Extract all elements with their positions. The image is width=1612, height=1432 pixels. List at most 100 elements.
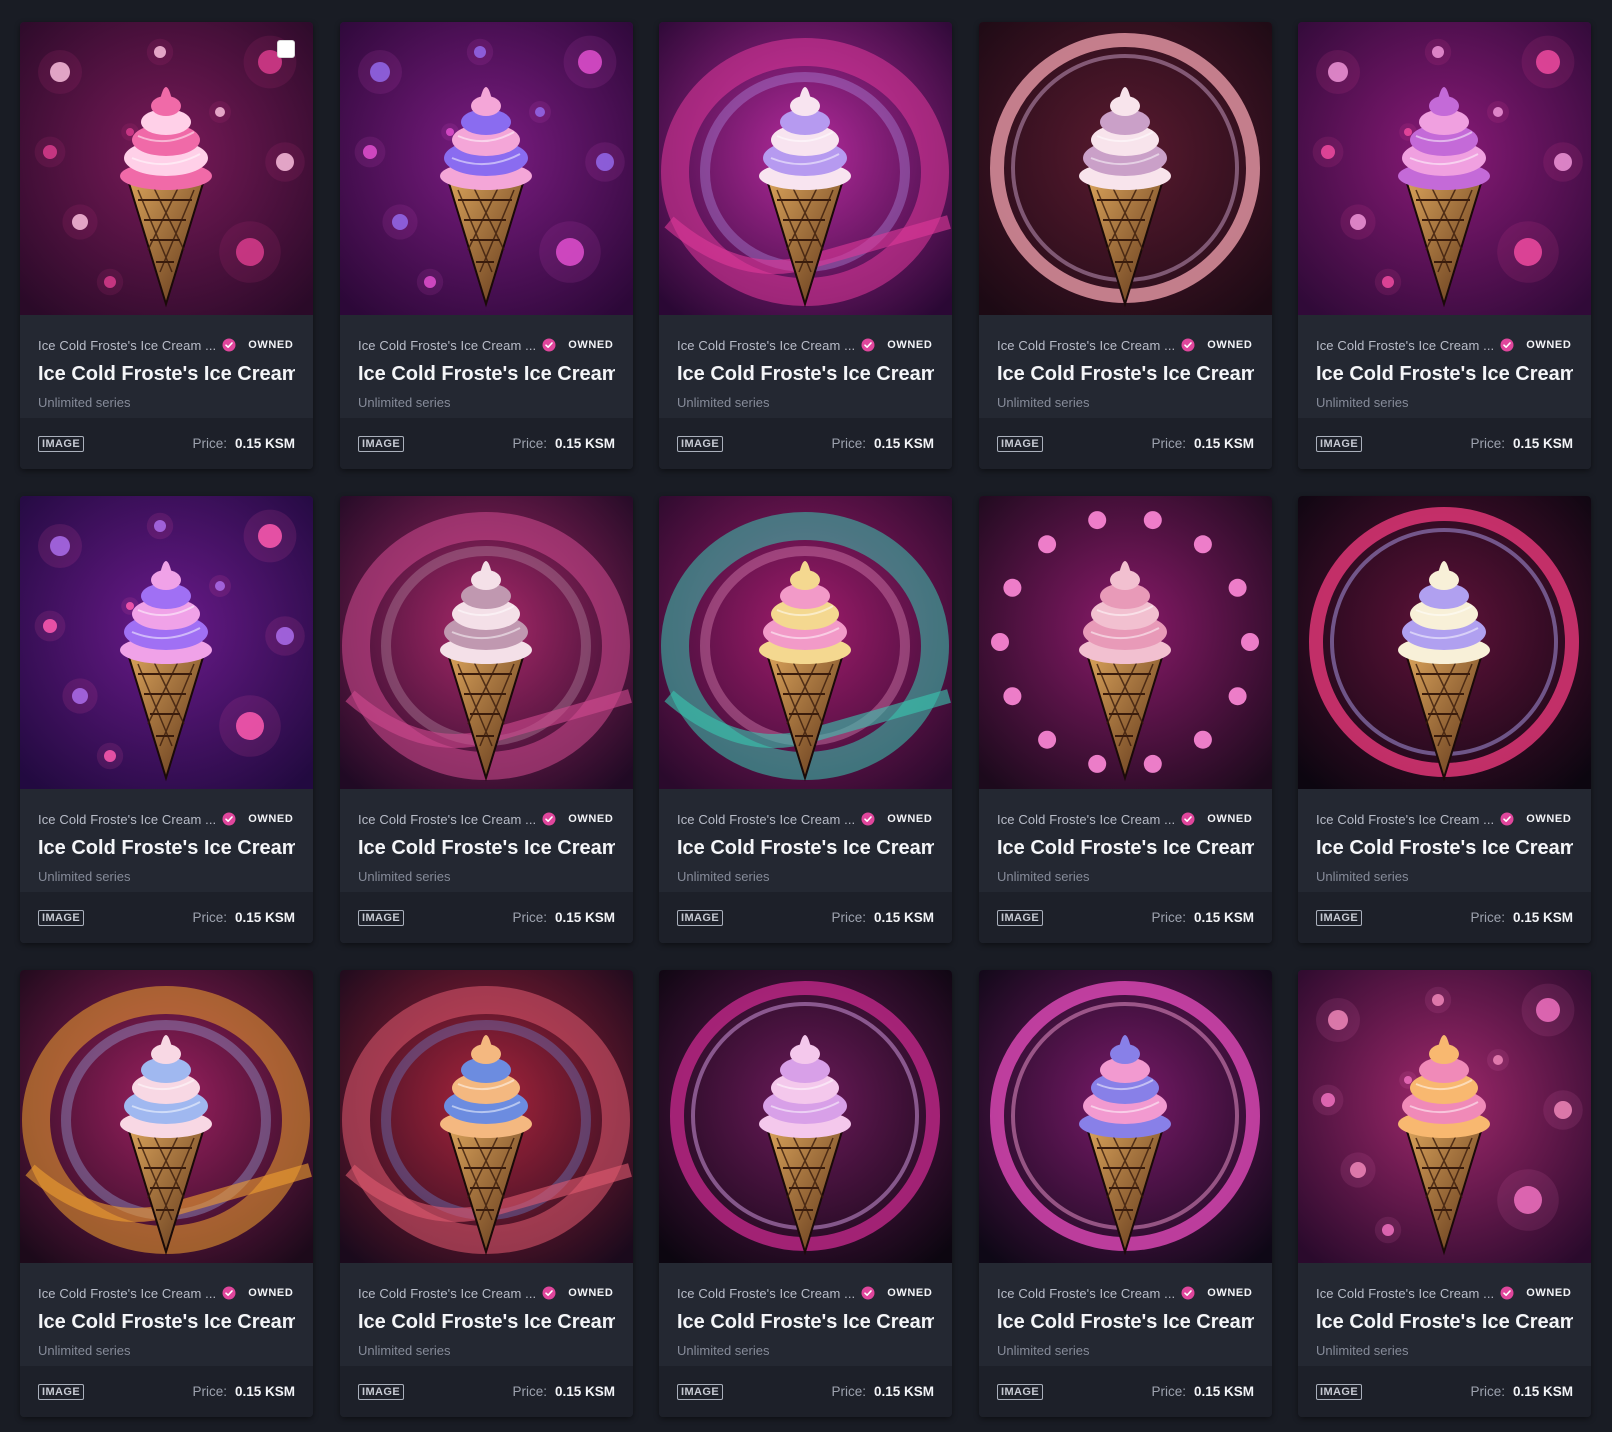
collection-name-link[interactable]: Ice Cold Froste's Ice Cream ...: [677, 338, 855, 353]
price: Price: 0.15 KSM: [1470, 436, 1573, 451]
nft-title[interactable]: Ice Cold Froste's Ice Cream S: [677, 1309, 934, 1335]
collection-row: Ice Cold Froste's Ice Cream ... OWNED: [997, 1284, 1254, 1302]
collection-row: Ice Cold Froste's Ice Cream ... OWNED: [38, 810, 295, 828]
series-label: Unlimited series: [1316, 1343, 1409, 1358]
nft-card[interactable]: Ice Cold Froste's Ice Cream ... OWNED Ic…: [659, 970, 952, 1417]
collection-name-link[interactable]: Ice Cold Froste's Ice Cream ...: [358, 338, 536, 353]
nft-artwork-image[interactable]: [979, 970, 1272, 1263]
nft-title[interactable]: Ice Cold Froste's Ice Cream S: [38, 1309, 295, 1335]
price-value: 0.15 KSM: [234, 910, 295, 925]
nft-title[interactable]: Ice Cold Froste's Ice Cream S: [997, 361, 1254, 387]
collection-name-link[interactable]: Ice Cold Froste's Ice Cream ...: [38, 1286, 216, 1301]
nft-card[interactable]: Ice Cold Froste's Ice Cream ... OWNED Ic…: [340, 970, 633, 1417]
nft-card[interactable]: Ice Cold Froste's Ice Cream ... OWNED Ic…: [1298, 22, 1591, 469]
nft-artwork-image[interactable]: [1298, 496, 1591, 789]
nft-title[interactable]: Ice Cold Froste's Ice Cream S: [358, 361, 615, 387]
collection-row: Ice Cold Froste's Ice Cream ... OWNED: [358, 336, 615, 354]
nft-artwork-image[interactable]: [659, 970, 952, 1263]
nft-card[interactable]: Ice Cold Froste's Ice Cream ... OWNED Ic…: [659, 496, 952, 943]
price-value: 0.15 KSM: [234, 1384, 295, 1399]
collection-name-link[interactable]: Ice Cold Froste's Ice Cream ...: [997, 338, 1175, 353]
nft-artwork-image[interactable]: [20, 22, 313, 315]
collection-name-link[interactable]: Ice Cold Froste's Ice Cream ...: [677, 812, 855, 827]
nft-artwork-image[interactable]: [659, 22, 952, 315]
nft-title[interactable]: Ice Cold Froste's Ice Cream S: [1316, 1309, 1573, 1335]
price-label: Price:: [1151, 910, 1186, 925]
nft-artwork-image[interactable]: [340, 970, 633, 1263]
series-label: Unlimited series: [997, 869, 1090, 884]
nft-card-footer: IMAGE Price: 0.15 KSM: [659, 1366, 952, 1417]
nft-title[interactable]: Ice Cold Froste's Ice Cream S: [677, 361, 934, 387]
verified-check-icon: [222, 338, 236, 352]
nft-card-info: Ice Cold Froste's Ice Cream ... OWNED Ic…: [38, 810, 295, 885]
nft-card-footer: IMAGE Price: 0.15 KSM: [659, 418, 952, 469]
nft-artwork-image[interactable]: [20, 496, 313, 789]
nft-title[interactable]: Ice Cold Froste's Ice Cream S: [38, 361, 295, 387]
owned-badge: OWNED: [248, 339, 294, 351]
nft-card[interactable]: Ice Cold Froste's Ice Cream ... OWNED Ic…: [340, 496, 633, 943]
series-label: Unlimited series: [38, 869, 131, 884]
nft-card[interactable]: Ice Cold Froste's Ice Cream ... OWNED Ic…: [979, 970, 1272, 1417]
price-value: 0.15 KSM: [873, 436, 934, 451]
nft-card[interactable]: Ice Cold Froste's Ice Cream ... OWNED Ic…: [1298, 970, 1591, 1417]
collection-name-link[interactable]: Ice Cold Froste's Ice Cream ...: [358, 1286, 536, 1301]
nft-title[interactable]: Ice Cold Froste's Ice Cream S: [358, 1309, 615, 1335]
media-type-tag: IMAGE: [358, 909, 405, 926]
series-label: Unlimited series: [677, 1343, 770, 1358]
collection-row: Ice Cold Froste's Ice Cream ... OWNED: [997, 810, 1254, 828]
nft-artwork-image[interactable]: [979, 496, 1272, 789]
nft-title[interactable]: Ice Cold Froste's Ice Cream S: [1316, 835, 1573, 861]
collection-row: Ice Cold Froste's Ice Cream ... OWNED: [677, 810, 934, 828]
nft-card-info: Ice Cold Froste's Ice Cream ... OWNED Ic…: [677, 1284, 934, 1359]
nft-artwork-image[interactable]: [979, 22, 1272, 315]
nft-card[interactable]: Ice Cold Froste's Ice Cream ... OWNED Ic…: [659, 22, 952, 469]
price-label: Price:: [192, 1384, 227, 1399]
nft-title[interactable]: Ice Cold Froste's Ice Cream S: [358, 835, 615, 861]
collection-name-link[interactable]: Ice Cold Froste's Ice Cream ...: [997, 812, 1175, 827]
nft-title[interactable]: Ice Cold Froste's Ice Cream S: [997, 1309, 1254, 1335]
media-type-tag: IMAGE: [997, 909, 1044, 926]
nft-title[interactable]: Ice Cold Froste's Ice Cream S: [1316, 361, 1573, 387]
nft-artwork-image[interactable]: [340, 496, 633, 789]
nft-card[interactable]: Ice Cold Froste's Ice Cream ... OWNED Ic…: [340, 22, 633, 469]
nft-artwork-image[interactable]: [1298, 970, 1591, 1263]
nft-card[interactable]: Ice Cold Froste's Ice Cream ... OWNED Ic…: [20, 496, 313, 943]
nft-card[interactable]: Ice Cold Froste's Ice Cream ... OWNED Ic…: [979, 22, 1272, 469]
verified-check-icon: [1500, 1286, 1514, 1300]
collection-name-link[interactable]: Ice Cold Froste's Ice Cream ...: [38, 338, 216, 353]
media-type-tag: IMAGE: [358, 435, 405, 452]
owned-badge: OWNED: [568, 1287, 614, 1299]
collection-name-link[interactable]: Ice Cold Froste's Ice Cream ...: [358, 812, 536, 827]
nft-card[interactable]: Ice Cold Froste's Ice Cream ... OWNED Ic…: [20, 970, 313, 1417]
nft-title[interactable]: Ice Cold Froste's Ice Cream S: [997, 835, 1254, 861]
media-type-tag: IMAGE: [677, 1383, 724, 1400]
nft-card-footer: IMAGE Price: 0.15 KSM: [979, 1366, 1272, 1417]
nft-card[interactable]: Ice Cold Froste's Ice Cream ... OWNED Ic…: [20, 22, 313, 469]
collection-row: Ice Cold Froste's Ice Cream ... OWNED: [38, 336, 295, 354]
nft-artwork-image[interactable]: [659, 496, 952, 789]
nft-card[interactable]: Ice Cold Froste's Ice Cream ... OWNED Ic…: [979, 496, 1272, 943]
collection-row: Ice Cold Froste's Ice Cream ... OWNED: [358, 810, 615, 828]
price-value: 0.15 KSM: [1193, 436, 1254, 451]
collection-name-link[interactable]: Ice Cold Froste's Ice Cream ...: [1316, 1286, 1494, 1301]
collection-name-link[interactable]: Ice Cold Froste's Ice Cream ...: [1316, 812, 1494, 827]
collection-name-link[interactable]: Ice Cold Froste's Ice Cream ...: [997, 1286, 1175, 1301]
collection-name-link[interactable]: Ice Cold Froste's Ice Cream ...: [38, 812, 216, 827]
nft-card-footer: IMAGE Price: 0.15 KSM: [659, 892, 952, 943]
verified-check-icon: [1500, 338, 1514, 352]
nft-artwork-image[interactable]: [20, 970, 313, 1263]
series-label: Unlimited series: [1316, 869, 1409, 884]
select-checkbox[interactable]: [277, 40, 295, 58]
nft-artwork-image[interactable]: [1298, 22, 1591, 315]
nft-title[interactable]: Ice Cold Froste's Ice Cream S: [677, 835, 934, 861]
collection-name-link[interactable]: Ice Cold Froste's Ice Cream ...: [677, 1286, 855, 1301]
price: Price: 0.15 KSM: [831, 1384, 934, 1399]
nft-artwork-image[interactable]: [340, 22, 633, 315]
nft-title[interactable]: Ice Cold Froste's Ice Cream S: [38, 835, 295, 861]
collection-row: Ice Cold Froste's Ice Cream ... OWNED: [38, 1284, 295, 1302]
price-label: Price:: [831, 436, 866, 451]
verified-check-icon: [861, 338, 875, 352]
nft-card[interactable]: Ice Cold Froste's Ice Cream ... OWNED Ic…: [1298, 496, 1591, 943]
collection-name-link[interactable]: Ice Cold Froste's Ice Cream ...: [1316, 338, 1494, 353]
media-type-tag: IMAGE: [677, 909, 724, 926]
